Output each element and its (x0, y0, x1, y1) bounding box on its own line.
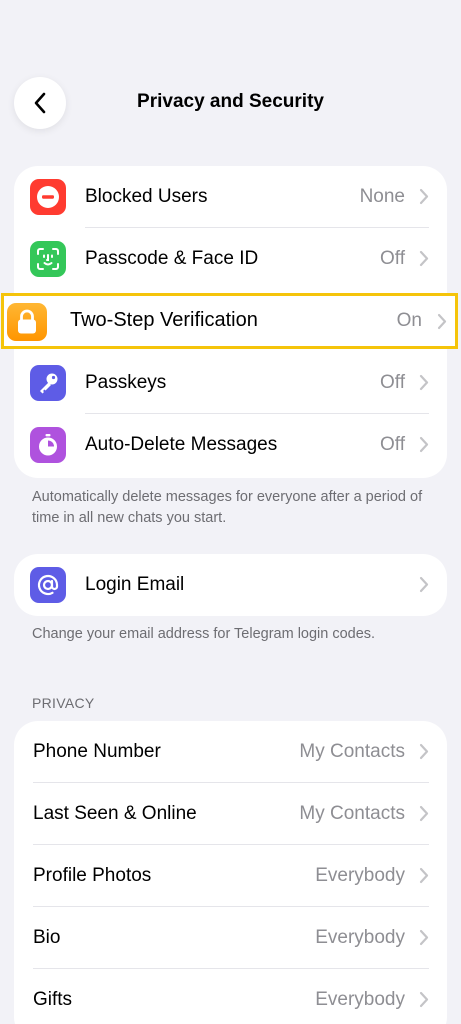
chevron-right-icon (419, 805, 429, 822)
privacy-section-header: PRIVACY (32, 695, 95, 711)
key-icon (30, 365, 66, 401)
minus-circle-icon (30, 179, 66, 215)
bio-label: Bio (33, 927, 61, 948)
chevron-right-icon (437, 313, 447, 330)
passkeys-label: Passkeys (85, 372, 167, 393)
bio-row[interactable]: Bio Everybody (14, 907, 447, 969)
login-email-label: Login Email (85, 574, 185, 595)
profile-photos-label: Profile Photos (33, 865, 152, 886)
last-seen-online-row[interactable]: Last Seen & Online My Contacts (14, 783, 447, 845)
chevron-right-icon (419, 743, 429, 760)
two-step-verification-value: On (396, 310, 422, 331)
profile-photos-value: Everybody (315, 865, 405, 886)
passkeys-value: Off (380, 372, 405, 393)
chevron-right-icon (419, 188, 429, 205)
chevron-right-icon (419, 991, 429, 1008)
at-sign-icon (30, 567, 66, 603)
passcode-face-id-value: Off (380, 248, 405, 269)
blocked-users-row[interactable]: Blocked Users None (14, 166, 447, 228)
two-step-verification-row[interactable]: Two-Step Verification On (1, 293, 458, 349)
last-seen-online-label: Last Seen & Online (33, 803, 197, 824)
two-step-verification-label: Two-Step Verification (70, 309, 258, 331)
passkeys-row[interactable]: Passkeys Off (14, 352, 447, 414)
login-email-row[interactable]: Login Email (14, 554, 447, 616)
gifts-value: Everybody (315, 989, 405, 1010)
privacy-settings-group: Phone Number My Contacts Last Seen & Onl… (14, 721, 447, 1024)
chevron-right-icon (419, 374, 429, 391)
face-id-icon (30, 241, 66, 277)
passcode-face-id-row[interactable]: Passcode & Face ID Off (14, 228, 447, 290)
passcode-face-id-label: Passcode & Face ID (85, 248, 259, 269)
lock-icon (7, 303, 47, 341)
blocked-users-value: None (359, 186, 405, 207)
blocked-users-label: Blocked Users (85, 186, 208, 207)
gifts-row[interactable]: Gifts Everybody (14, 969, 447, 1024)
auto-delete-messages-label: Auto-Delete Messages (85, 434, 278, 455)
chevron-right-icon (419, 576, 429, 593)
phone-number-value: My Contacts (299, 741, 405, 762)
phone-number-row[interactable]: Phone Number My Contacts (14, 721, 447, 783)
profile-photos-row[interactable]: Profile Photos Everybody (14, 845, 447, 907)
chevron-right-icon (419, 867, 429, 884)
last-seen-online-value: My Contacts (299, 803, 405, 824)
privacy-security-screen: Privacy and Security Blocked Users None (0, 0, 461, 1024)
timer-icon (30, 427, 66, 463)
auto-delete-messages-row[interactable]: Auto-Delete Messages Off (14, 414, 447, 476)
phone-number-label: Phone Number (33, 741, 161, 762)
chevron-right-icon (419, 436, 429, 453)
chevron-right-icon (419, 929, 429, 946)
login-email-group: Login Email (14, 554, 447, 616)
login-email-footer-note: Change your email address for Telegram l… (32, 626, 376, 642)
auto-delete-messages-value: Off (380, 434, 405, 455)
auto-delete-footer-note: Automatically delete messages for everyo… (32, 489, 423, 526)
chevron-right-icon (419, 250, 429, 267)
bio-value: Everybody (315, 927, 405, 948)
gifts-label: Gifts (33, 989, 73, 1010)
page-title: Privacy and Security (137, 91, 324, 112)
